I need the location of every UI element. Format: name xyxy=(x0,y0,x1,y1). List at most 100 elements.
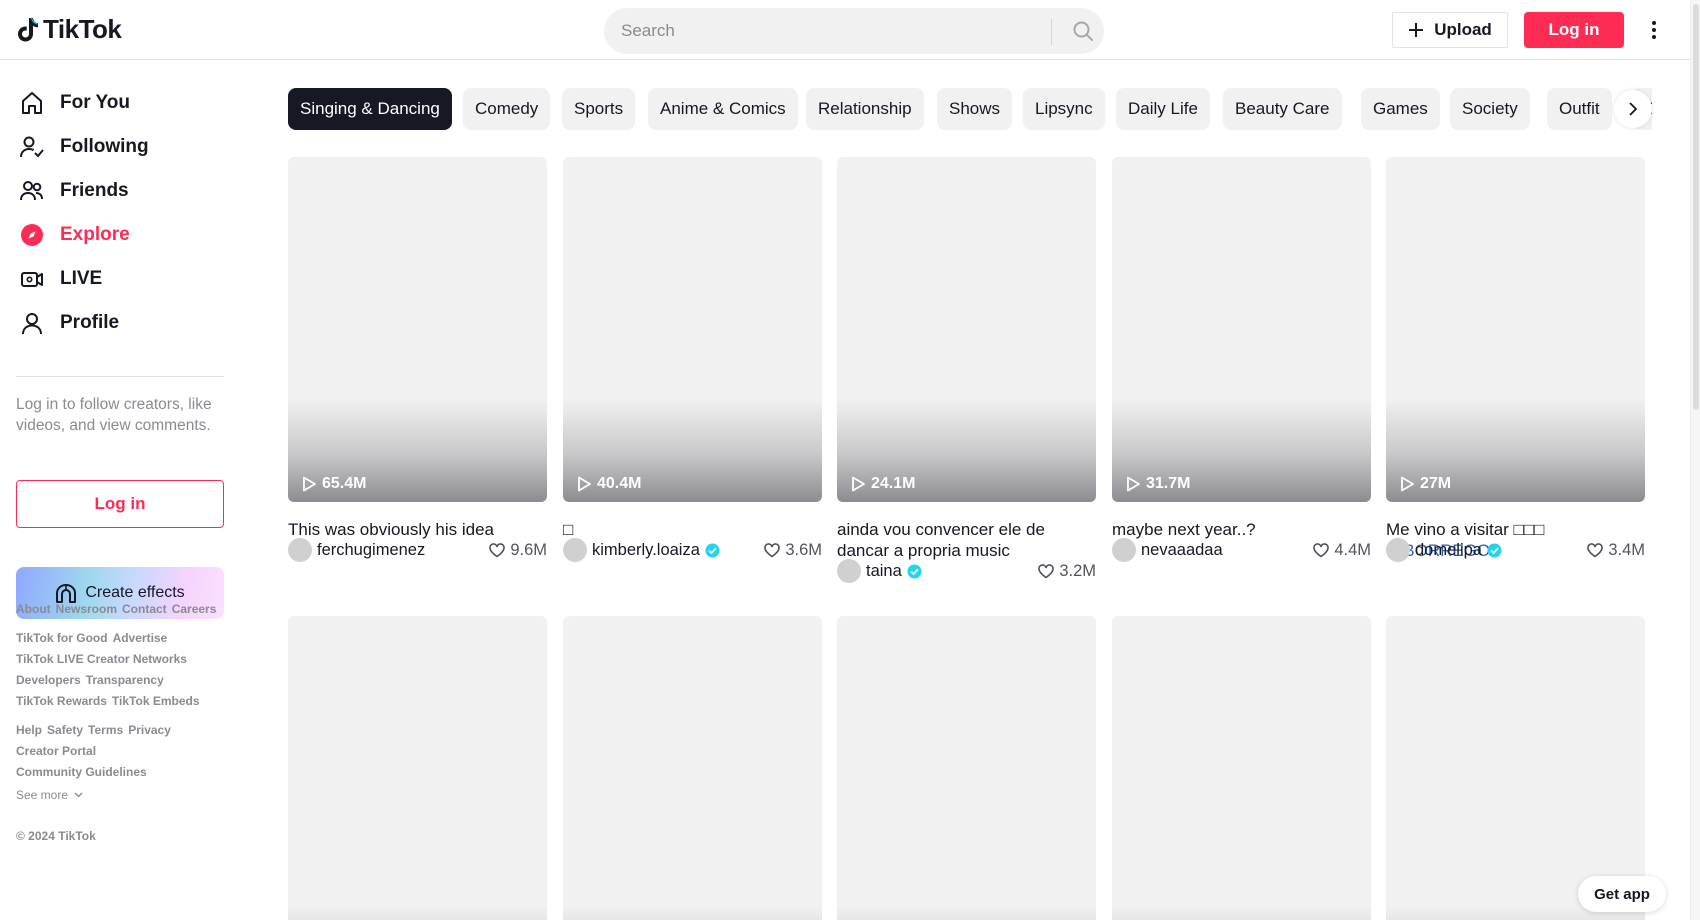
search-divider xyxy=(1051,19,1052,45)
video-caption[interactable]: ainda vou convencer ele de dancar a prop… xyxy=(837,519,1096,561)
nav-friends[interactable]: Friends xyxy=(16,171,129,211)
video-thumbnail[interactable]: 27M xyxy=(1386,157,1645,502)
like-count-value: 3.6M xyxy=(785,540,822,559)
video-thumbnail[interactable] xyxy=(1112,616,1371,920)
footer-link-tiktok-for-good[interactable]: TikTok for Good xyxy=(16,631,108,645)
search-icon xyxy=(1073,21,1093,41)
video-thumbnail[interactable] xyxy=(1386,616,1645,920)
chip-lipsync[interactable]: Lipsync xyxy=(1023,88,1105,130)
chip-beauty-care[interactable]: Beauty Care xyxy=(1223,88,1342,130)
chips-scroll-right-button[interactable] xyxy=(1614,90,1652,128)
nav-profile[interactable]: Profile xyxy=(16,303,119,343)
author-name[interactable]: kimberly.loaiza xyxy=(592,541,720,560)
author-name[interactable]: nevaaadaa xyxy=(1141,541,1223,560)
profile-icon xyxy=(16,307,48,339)
avatar[interactable] xyxy=(288,538,312,562)
play-icon xyxy=(1401,476,1414,492)
view-count-value: 24.1M xyxy=(871,475,916,492)
footer-links-row: Community Guidelines xyxy=(16,765,152,779)
chip-singing-dancing[interactable]: Singing & Dancing xyxy=(288,88,452,130)
footer-link-rewards[interactable]: TikTok Rewards xyxy=(16,694,107,708)
vertical-dots-icon xyxy=(1652,21,1656,39)
copyright-text: © 2024 TikTok xyxy=(16,829,96,843)
chip-daily-life[interactable]: Daily Life xyxy=(1116,88,1210,130)
sidebar: For You Following Friends Explore LIVE P… xyxy=(0,60,240,920)
chip-society[interactable]: Society xyxy=(1450,88,1530,130)
tiktok-logo[interactable]: TikTok xyxy=(16,14,122,45)
chip-comedy[interactable]: Comedy xyxy=(463,88,551,130)
play-icon xyxy=(578,476,591,492)
scrollbar-thumb[interactable] xyxy=(1693,4,1699,410)
tiktok-note-icon xyxy=(18,17,38,41)
search-button[interactable] xyxy=(1063,9,1103,53)
footer-links-row: TikTok Rewards TikTok Embeds xyxy=(16,694,205,708)
nav-for-you[interactable]: For You xyxy=(16,83,130,123)
chip-relationship[interactable]: Relationship xyxy=(806,88,924,130)
nav-explore[interactable]: Explore xyxy=(16,215,130,255)
footer-link-transparency[interactable]: Transparency xyxy=(86,673,164,687)
nav-live[interactable]: LIVE xyxy=(16,259,102,299)
footer-link-safety[interactable]: Safety xyxy=(47,723,83,737)
author-name[interactable]: domelipa xyxy=(1415,541,1502,560)
following-icon xyxy=(16,131,48,163)
view-count-value: 40.4M xyxy=(597,475,642,492)
chip-outfit[interactable]: Outfit xyxy=(1547,88,1612,130)
chip-shows[interactable]: Shows xyxy=(937,88,1013,130)
chip-anime-comics[interactable]: Anime & Comics xyxy=(648,88,798,130)
video-thumbnail[interactable] xyxy=(563,616,822,920)
sidebar-login-button[interactable]: Log in xyxy=(16,480,224,528)
footer-link-newsroom[interactable]: Newsroom xyxy=(56,602,117,616)
get-app-button[interactable]: Get app xyxy=(1578,876,1666,912)
nav-label: For You xyxy=(60,92,131,113)
video-thumbnail[interactable]: 40.4M xyxy=(563,157,822,502)
video-card[interactable] xyxy=(1112,616,1371,920)
view-count: 40.4M xyxy=(577,475,641,493)
video-card[interactable] xyxy=(837,616,1096,920)
header-login-button[interactable]: Log in xyxy=(1524,12,1624,48)
footer-link-terms[interactable]: Terms xyxy=(88,723,123,737)
upload-button[interactable]: Upload xyxy=(1392,12,1508,48)
footer-link-privacy[interactable]: Privacy xyxy=(128,723,171,737)
author-name[interactable]: ferchugimenez xyxy=(317,541,425,560)
heart-icon xyxy=(1313,542,1330,557)
video-thumbnail[interactable]: 24.1M xyxy=(837,157,1096,502)
avatar[interactable] xyxy=(1112,538,1136,562)
view-count-value: 65.4M xyxy=(322,475,367,492)
video-thumbnail[interactable] xyxy=(288,616,547,920)
top-header: TikTok Upload Log in xyxy=(0,0,1690,60)
footer-link-developers[interactable]: Developers xyxy=(16,673,81,687)
footer-link-about[interactable]: About xyxy=(16,602,51,616)
search-input[interactable] xyxy=(621,9,1041,53)
video-card[interactable] xyxy=(1386,616,1645,920)
video-thumbnail[interactable] xyxy=(837,616,1096,920)
chip-sports[interactable]: Sports xyxy=(562,88,636,130)
page-scrollbar[interactable] xyxy=(1690,0,1700,920)
view-count: 27M xyxy=(1400,475,1451,493)
video-card[interactable] xyxy=(563,616,822,920)
footer-link-live-creator-networks[interactable]: TikTok LIVE Creator Networks xyxy=(16,652,187,666)
footer-link-contact[interactable]: Contact xyxy=(122,602,167,616)
avatar[interactable] xyxy=(837,559,861,583)
author-name[interactable]: taina xyxy=(866,562,922,581)
chip-games[interactable]: Games xyxy=(1361,88,1440,130)
video-card[interactable] xyxy=(288,616,547,920)
video-thumbnail[interactable]: 31.7M xyxy=(1112,157,1371,502)
footer-link-help[interactable]: Help xyxy=(16,723,42,737)
live-icon xyxy=(16,263,48,295)
avatar[interactable] xyxy=(563,538,587,562)
heart-icon xyxy=(489,542,506,557)
footer-link-advertise[interactable]: Advertise xyxy=(113,631,168,645)
more-menu-button[interactable] xyxy=(1646,16,1662,44)
footer-link-embeds[interactable]: TikTok Embeds xyxy=(112,694,200,708)
like-count: 4.4M xyxy=(1313,537,1371,563)
nav-following[interactable]: Following xyxy=(16,127,149,167)
footer-link-creator-portal[interactable]: Creator Portal xyxy=(16,744,96,758)
footer-link-careers[interactable]: Careers xyxy=(172,602,217,616)
avatar[interactable] xyxy=(1386,538,1410,562)
view-count: 24.1M xyxy=(851,475,915,493)
video-thumbnail[interactable]: 65.4M xyxy=(288,157,547,502)
footer-link-community-guidelines[interactable]: Community Guidelines xyxy=(16,765,147,779)
view-count: 65.4M xyxy=(302,475,366,493)
like-count-value: 3.4M xyxy=(1608,540,1645,559)
see-more-link[interactable]: See more xyxy=(16,788,83,802)
